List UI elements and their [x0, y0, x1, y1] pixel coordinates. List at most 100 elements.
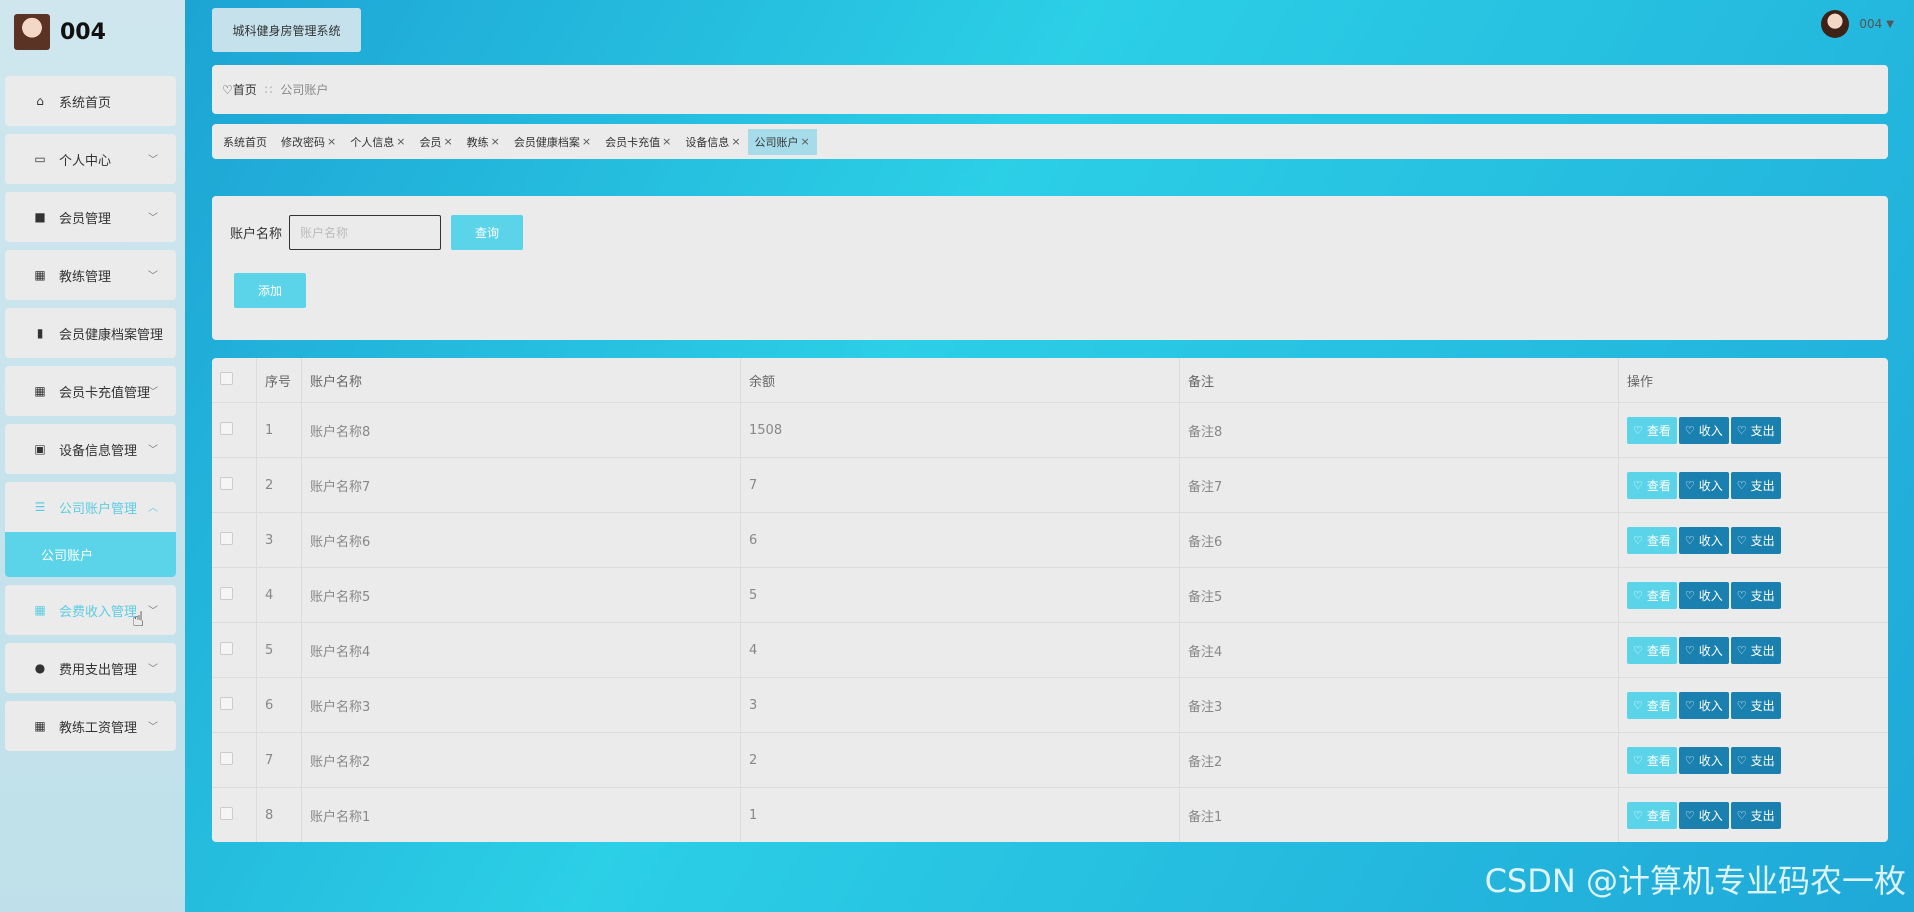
cell-balance: 2 [740, 732, 1180, 788]
sidebar-item[interactable]: ▦ 会费收入管理 ﹀ [5, 585, 176, 635]
search-label: 账户名称 [230, 227, 283, 242]
tab[interactable]: 会员 × [412, 129, 459, 155]
close-icon[interactable]: × [731, 135, 740, 148]
row-checkbox[interactable] [220, 641, 233, 655]
view-button[interactable]: ♡ 查看 [1627, 636, 1677, 664]
sidebar-item[interactable]: ▦ 教练工资管理 ﹀ [5, 701, 176, 751]
sidebar-item[interactable]: ● 费用支出管理 ﹀ [5, 643, 176, 693]
tab[interactable]: 设备信息 × [678, 129, 747, 155]
breadcrumb-home[interactable]: 首页 [233, 81, 257, 98]
tab[interactable]: 会员健康档案 × [507, 129, 598, 155]
query-button[interactable]: 查询 [451, 215, 523, 250]
view-button-label: 查看 [1646, 533, 1671, 548]
sidebar-item[interactable]: ■ 会员管理 ﹀ [5, 192, 176, 242]
tab[interactable]: 会员卡充值 × [598, 129, 678, 155]
row-checkbox-cell [212, 402, 257, 458]
row-checkbox[interactable] [220, 531, 233, 545]
view-button[interactable]: ♡ 查看 [1627, 526, 1677, 554]
sidebar-item[interactable]: ☰ 公司账户管理 ︿ [5, 482, 176, 532]
add-button[interactable]: 添加 [234, 273, 306, 308]
expense-button[interactable]: ♡ 支出 [1730, 526, 1781, 554]
sidebar-item[interactable]: ▦ 教练管理 ﹀ [5, 250, 176, 300]
user-menu[interactable]: 004 ▼ [1821, 10, 1894, 38]
income-button[interactable]: ♡ 收入 [1678, 471, 1729, 499]
close-icon[interactable]: × [582, 135, 591, 148]
row-checkbox[interactable] [220, 421, 233, 435]
sidebar-item[interactable]: ⌂ 系统首页 [5, 76, 176, 126]
view-button[interactable]: ♡ 查看 [1627, 581, 1677, 609]
cell-index: 8 [256, 787, 302, 842]
view-button[interactable]: ♡ 查看 [1627, 801, 1677, 829]
cell-actions: ♡ 查看 ♡ 收入 ♡ 支出 [1618, 567, 1888, 623]
view-button[interactable]: ♡ 查看 [1627, 416, 1677, 444]
close-icon[interactable]: × [327, 135, 336, 148]
cell-index: 5 [256, 622, 302, 678]
tab[interactable]: 教练 × [460, 129, 507, 155]
sidebar-item-label: 会费收入管理 [59, 604, 138, 620]
row-checkbox[interactable] [220, 751, 233, 765]
tab-label: 教练 [466, 135, 489, 149]
grid-icon: ▦ [34, 603, 46, 617]
search-input[interactable] [289, 215, 441, 250]
tab[interactable]: 修改密码 × [274, 129, 343, 155]
breadcrumb-separator: ∷ [264, 82, 273, 97]
row-checkbox[interactable] [220, 476, 233, 490]
income-button[interactable]: ♡ 收入 [1678, 801, 1729, 829]
expense-button[interactable]: ♡ 支出 [1730, 471, 1781, 499]
income-button[interactable]: ♡ 收入 [1678, 636, 1729, 664]
tab-label: 会员卡充值 [605, 135, 661, 149]
tab-label: 个人信息 [350, 135, 395, 149]
sidebar-subitem[interactable]: 公司账户 [5, 532, 176, 577]
expense-button[interactable]: ♡ 支出 [1730, 581, 1781, 609]
cell-name: 账户名称3 [301, 677, 741, 733]
tab[interactable]: 个人信息 × [343, 129, 412, 155]
expense-button[interactable]: ♡ 支出 [1730, 746, 1781, 774]
row-checkbox[interactable] [220, 696, 233, 710]
sidebar-item[interactable]: ▭ 个人中心 ﹀ [5, 134, 176, 184]
sidebar-item[interactable]: ▦ 会员卡充值管理 ﹀ [5, 366, 176, 416]
view-button-label: 查看 [1646, 698, 1671, 713]
heart-icon: ♡ [1736, 643, 1747, 657]
view-button[interactable]: ♡ 查看 [1627, 746, 1677, 774]
cell-name: 账户名称8 [301, 402, 741, 458]
expense-button[interactable]: ♡ 支出 [1730, 691, 1781, 719]
income-button[interactable]: ♡ 收入 [1678, 526, 1729, 554]
expense-button[interactable]: ♡ 支出 [1730, 636, 1781, 664]
table-row: 5 账户名称4 4 备注4 ♡ 查看 ♡ 收入 ♡ 支出 [212, 622, 1888, 678]
row-checkbox[interactable] [220, 806, 233, 820]
cell-actions: ♡ 查看 ♡ 收入 ♡ 支出 [1618, 732, 1888, 788]
row-checkbox-cell [212, 732, 257, 788]
close-icon[interactable]: × [801, 135, 810, 148]
home-icon: ⌂ [36, 94, 44, 108]
income-button[interactable]: ♡ 收入 [1678, 416, 1729, 444]
tab-label: 修改密码 [281, 135, 325, 149]
cell-index: 7 [256, 732, 302, 788]
sidebar-item[interactable]: ▮ 会员健康档案管理 [5, 308, 176, 358]
close-icon[interactable]: × [443, 135, 452, 148]
expense-button[interactable]: ♡ 支出 [1730, 801, 1781, 829]
breadcrumb-current: 公司账户 [280, 83, 329, 97]
avatar [14, 14, 50, 50]
cell-actions: ♡ 查看 ♡ 收入 ♡ 支出 [1618, 512, 1888, 568]
close-icon[interactable]: × [491, 135, 500, 148]
sidebar-item[interactable]: ▣ 设备信息管理 ﹀ [5, 424, 176, 474]
tab[interactable]: 公司账户 × [747, 128, 817, 155]
close-icon[interactable]: × [396, 135, 405, 148]
cell-balance: 4 [740, 622, 1180, 678]
view-button[interactable]: ♡ 查看 [1627, 471, 1677, 499]
income-button[interactable]: ♡ 收入 [1678, 746, 1729, 774]
sidebar-item-label: 教练管理 [59, 269, 112, 285]
income-button[interactable]: ♡ 收入 [1678, 581, 1729, 609]
row-checkbox[interactable] [220, 586, 233, 600]
close-icon[interactable]: × [662, 135, 671, 148]
expense-button[interactable]: ♡ 支出 [1730, 416, 1781, 444]
sidebar-item-label: 会员卡充值管理 [59, 385, 151, 401]
grid-icon: ▦ [34, 384, 46, 398]
tab[interactable]: 系统首页 [216, 129, 274, 155]
expense-button-label: 支出 [1750, 698, 1775, 713]
income-button[interactable]: ♡ 收入 [1678, 691, 1729, 719]
select-all-checkbox[interactable] [220, 371, 233, 385]
heart-icon: ♡ [1684, 643, 1695, 657]
table-row: 3 账户名称6 6 备注6 ♡ 查看 ♡ 收入 ♡ 支出 [212, 512, 1888, 568]
view-button[interactable]: ♡ 查看 [1627, 691, 1677, 719]
